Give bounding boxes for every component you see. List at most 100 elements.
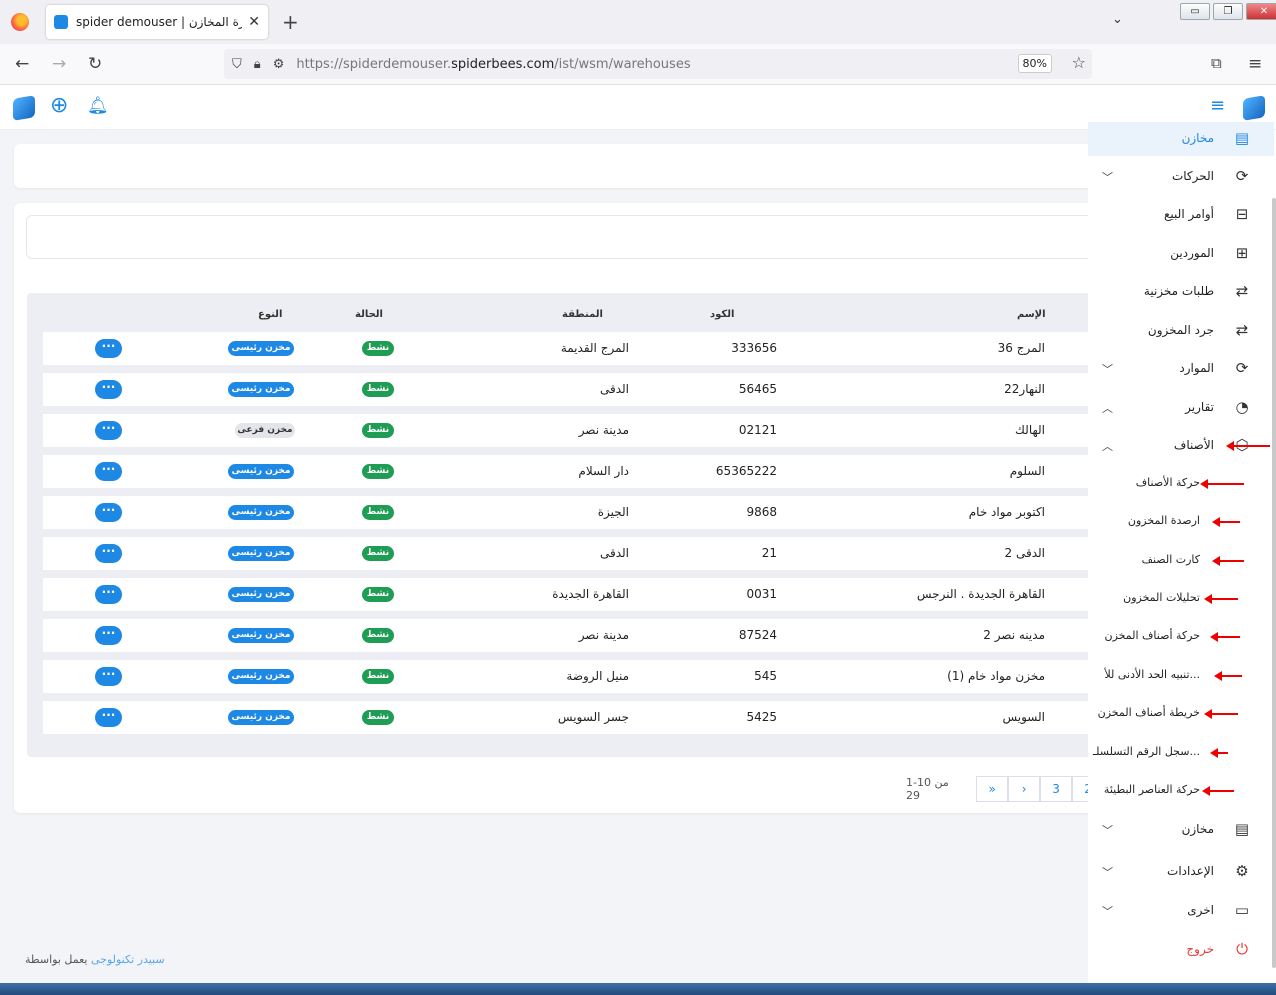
sidebar-item[interactable]: خروج ⏻ — [1088, 933, 1274, 967]
cell-name: النهار22 — [1004, 382, 1045, 396]
sidebar-item[interactable]: الموردين ⊞ — [1088, 237, 1274, 271]
table-row[interactable]: اكتوبر مواد خام 9868 الجيزة نشط مخزن رئيسى ··… — [43, 496, 1107, 529]
table-row[interactable]: المرج 36 333656 المرج القديمة نشط مخزن رئيسى… — [43, 332, 1107, 365]
back-icon[interactable]: ← — [15, 54, 29, 74]
sidebar-scrollbar[interactable] — [1272, 198, 1276, 968]
sidebar-subitem[interactable]: كارت الصنف — [1088, 544, 1274, 578]
header-name[interactable]: الإسم — [1017, 309, 1046, 320]
table-row[interactable]: الهالك 02121 مدينة نصر نشط مخزن فرعى ··· — [43, 414, 1107, 447]
sidebar-subitem[interactable]: سجل الرقم التسلسلـ... — [1088, 736, 1274, 770]
sidebar-subitem[interactable]: حركة أصناف المخزن — [1088, 620, 1274, 654]
header-region[interactable]: المنطقة — [562, 309, 603, 320]
sidebar-item[interactable]: مخازن ▤ — [1088, 122, 1274, 156]
close-tab-icon[interactable]: ✕ — [248, 14, 260, 30]
chevron-down-icon[interactable]: ﹀ — [1102, 361, 1113, 377]
sidebar-subitem-label: تحليلات المخزون — [1123, 591, 1200, 604]
add-icon[interactable]: ⊕ — [50, 93, 68, 118]
header-type[interactable]: النوع — [258, 309, 282, 320]
bookmark-star-icon[interactable]: ☆ — [1072, 53, 1086, 72]
cell-region: القاهرة الجديدة — [552, 587, 629, 601]
permissions-icon[interactable]: ⚙ — [273, 57, 285, 72]
chevron-down-icon[interactable]: ﹀ — [1102, 822, 1113, 838]
sidebar-item[interactable]: الإعدادات ⚙ ﹀ — [1088, 855, 1274, 889]
sidebar-item-label: الحركات — [1171, 169, 1214, 183]
cell-code: 87524 — [738, 628, 777, 642]
sidebar-item[interactable]: تقارير ◔ ︿ — [1088, 391, 1274, 425]
table-row[interactable]: القاهرة الجديدة . النرجس 0031 القاهرة الجد… — [43, 578, 1107, 611]
row-actions-button[interactable]: ··· — [95, 380, 122, 399]
annotation-arrow — [1210, 632, 1240, 642]
app-logo-icon[interactable] — [13, 95, 35, 121]
sidebar-item[interactable]: اخرى ▭ ﹀ — [1088, 894, 1274, 928]
row-actions-button[interactable]: ··· — [95, 667, 122, 686]
status-badge: نشط — [362, 587, 394, 602]
row-actions-button[interactable]: ··· — [95, 503, 122, 522]
restore-button[interactable]: ❐ — [1213, 3, 1243, 20]
row-actions-button[interactable]: ··· — [95, 462, 122, 481]
notification-bell-icon[interactable]: 🔔︎ — [87, 96, 109, 116]
table-row[interactable]: السلوم 65365222 دار السلام نشط مخزن رئيسى ··· — [43, 455, 1107, 488]
row-actions-button[interactable]: ··· — [95, 626, 122, 645]
table-row[interactable]: الدقى 2 21 الدقى نشط مخزن رئيسى ··· — [43, 537, 1107, 570]
sidebar-subitem[interactable]: حركة العناصر البطيئة — [1088, 774, 1274, 808]
next-page-button[interactable]: › — [1008, 776, 1041, 802]
sidebar-subitem[interactable]: خريطة أصناف المخزن — [1088, 697, 1274, 731]
sidebar-subitem[interactable]: ارصدة المخزون — [1088, 505, 1274, 539]
row-actions-button[interactable]: ··· — [95, 544, 122, 563]
chevron-down-icon[interactable]: ﹀ — [1102, 903, 1113, 919]
menu-icon[interactable]: ≡ — [1248, 54, 1262, 74]
status-badge: نشط — [362, 464, 394, 479]
chevron-up-icon[interactable]: ︿ — [1102, 438, 1113, 454]
header-code[interactable]: الكود — [710, 309, 734, 320]
row-actions-button[interactable]: ··· — [95, 585, 122, 604]
type-badge: مخزن رئيسى — [228, 341, 294, 356]
close-window-button[interactable]: ✕ — [1246, 3, 1276, 20]
extensions-icon[interactable]: ⧉ — [1211, 54, 1222, 72]
page-3-button[interactable]: 3 — [1040, 776, 1073, 802]
annotation-arrow — [1204, 594, 1238, 604]
last-page-button[interactable]: » — [976, 776, 1009, 802]
sidebar-subitem[interactable]: حركة الأصناف — [1088, 467, 1274, 501]
brand-logo-icon[interactable] — [1243, 95, 1265, 121]
table-row[interactable]: النهار22 56465 الدقى نشط مخزن رئيسى ··· — [43, 373, 1107, 406]
zoom-level[interactable]: 80% — [1017, 54, 1052, 73]
reload-icon[interactable]: ↻ — [88, 54, 102, 74]
annotation-arrow — [1212, 556, 1244, 566]
sidebar-toggle-icon[interactable]: ≡ — [1210, 95, 1225, 116]
row-actions-button[interactable]: ··· — [95, 339, 122, 358]
table-row[interactable]: السويس 5425 جسر السويس نشط مخزن رئيسى ··· — [43, 701, 1107, 734]
table-row[interactable]: مخزن مواد خام (1) 545 منيل الروضة نشط مخزن ر… — [43, 660, 1107, 693]
footer-brand-link[interactable]: سبيدر تكنولوجى — [91, 953, 165, 966]
minimize-button[interactable]: ▭ — [1180, 3, 1210, 20]
sidebar-item[interactable]: الموارد ⟳ ﹀ — [1088, 352, 1274, 386]
chevron-down-icon[interactable]: ﹀ — [1102, 169, 1113, 185]
table-row[interactable]: مدينه نصر 2 87524 مدينة نصر نشط مخزن رئيسى ··… — [43, 619, 1107, 652]
sidebar-item[interactable]: جرد المخزون ⇄ — [1088, 314, 1274, 348]
sidebar-item[interactable]: مخازن ▤ ﹀ — [1088, 813, 1274, 847]
browser-tab[interactable]: spider demouser | إدارة المخازن ✕ — [46, 5, 268, 39]
filter-box[interactable] — [26, 215, 1106, 259]
sidebar-item[interactable]: طلبات مخزنية ⇄ — [1088, 275, 1274, 309]
new-tab-icon[interactable]: + — [282, 10, 299, 34]
list-tabs-chevron-icon[interactable]: ⌄ — [1112, 12, 1123, 27]
url-text[interactable]: https://spiderdemouser.spiderbees.com/is… — [296, 57, 690, 72]
pagination-info: 1-10 من 29 — [906, 776, 949, 802]
sidebar-item[interactable]: أوامر البيع ⊟ — [1088, 198, 1274, 232]
chevron-down-icon[interactable]: ﹀ — [1102, 864, 1113, 880]
chart-icon: ◔ — [1235, 398, 1249, 416]
header-status[interactable]: الحالة — [355, 309, 383, 320]
cell-region: الدقى — [599, 546, 629, 560]
sidebar-item-label: مخازن — [1181, 131, 1214, 145]
row-actions-button[interactable]: ··· — [95, 708, 122, 727]
url-bar[interactable]: ⛉ 🔒︎ ⚙ https://spiderdemouser.spiderbees… — [224, 49, 1092, 79]
top-card — [14, 144, 1104, 188]
sidebar-subitem[interactable]: تحليلات المخزون — [1088, 582, 1274, 616]
shield-icon[interactable]: ⛉ — [232, 57, 242, 72]
sidebar-item[interactable]: الحركات ⟳ ﹀ — [1088, 160, 1274, 194]
cell-code: 9868 — [746, 505, 777, 519]
chevron-up-icon[interactable]: ︿ — [1102, 400, 1113, 416]
lock-icon[interactable]: 🔒︎ — [254, 57, 261, 72]
sidebar-subitem[interactable]: تنبيه الحد الأدنى للأ... — [1088, 659, 1274, 693]
forward-icon[interactable]: → — [52, 54, 66, 74]
row-actions-button[interactable]: ··· — [95, 421, 122, 440]
